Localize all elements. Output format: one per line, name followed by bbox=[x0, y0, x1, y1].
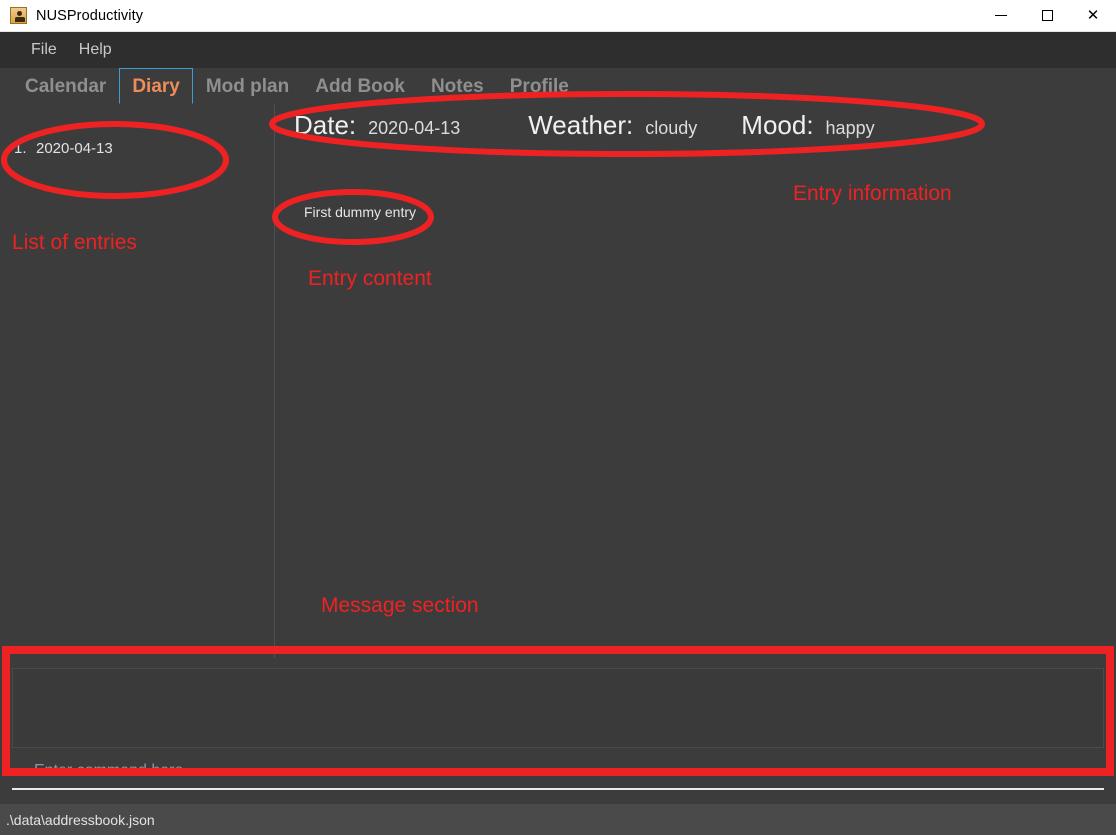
weather-label: Weather: bbox=[528, 110, 634, 140]
date-label: Date: bbox=[294, 110, 357, 140]
title-bar: NUSProductivity ✕ bbox=[0, 0, 1116, 32]
command-input[interactable] bbox=[12, 756, 1104, 790]
result-display-box bbox=[12, 668, 1104, 748]
close-icon: ✕ bbox=[1086, 6, 1100, 24]
window-title: NUSProductivity bbox=[36, 7, 144, 24]
tab-bar: Calendar Diary Mod plan Add Book Notes P… bbox=[0, 68, 1116, 104]
tab-add-book[interactable]: Add Book bbox=[302, 68, 418, 104]
list-item-label: 2020-04-13 bbox=[36, 140, 113, 157]
diary-entry-list[interactable]: 1. 2020-04-13 bbox=[0, 104, 275, 658]
list-item-index: 1. bbox=[14, 140, 27, 157]
menu-item-file[interactable]: File bbox=[20, 37, 68, 63]
tab-calendar[interactable]: Calendar bbox=[12, 68, 119, 104]
entry-information-row: Date: 2020-04-13 Weather: cloudy Mood: h… bbox=[286, 110, 1116, 154]
annotation-label-entry-information: Entry information bbox=[793, 182, 952, 205]
date-value: 2020-04-13 bbox=[368, 118, 461, 138]
application-window: NUSProductivity ✕ File Help Calendar Dia… bbox=[0, 0, 1116, 835]
tab-notes[interactable]: Notes bbox=[418, 68, 497, 104]
maximize-icon bbox=[1041, 10, 1053, 21]
weather-value: cloudy bbox=[645, 118, 698, 138]
maximize-button[interactable] bbox=[1024, 0, 1070, 32]
save-location-status: .\data\addressbook.json bbox=[6, 811, 155, 828]
entry-content-text: First dummy entry bbox=[304, 204, 417, 220]
annotation-label-entry-content: Entry content bbox=[308, 267, 432, 290]
tab-diary[interactable]: Diary bbox=[119, 68, 193, 104]
mood-value: happy bbox=[825, 118, 875, 138]
window-controls: ✕ bbox=[978, 0, 1116, 32]
annotation-label-list-of-entries: List of entries bbox=[12, 231, 137, 254]
command-box-area bbox=[12, 756, 1104, 796]
menu-item-help[interactable]: Help bbox=[68, 37, 123, 63]
list-item[interactable]: 1. 2020-04-13 bbox=[0, 136, 274, 161]
status-bar: .\data\addressbook.json bbox=[0, 803, 1116, 835]
mood-label: Mood: bbox=[741, 110, 814, 140]
minimize-button[interactable] bbox=[978, 0, 1024, 32]
app-person-icon bbox=[10, 7, 27, 24]
menu-bar: File Help bbox=[0, 32, 1116, 68]
minimize-icon bbox=[995, 15, 1007, 16]
close-button[interactable]: ✕ bbox=[1070, 0, 1116, 32]
annotation-label-message-section: Message section bbox=[321, 594, 479, 617]
tab-mod-plan[interactable]: Mod plan bbox=[193, 68, 302, 104]
tab-profile[interactable]: Profile bbox=[497, 68, 582, 104]
diary-detail-pane: Date: 2020-04-13 Weather: cloudy Mood: h… bbox=[276, 104, 1116, 658]
